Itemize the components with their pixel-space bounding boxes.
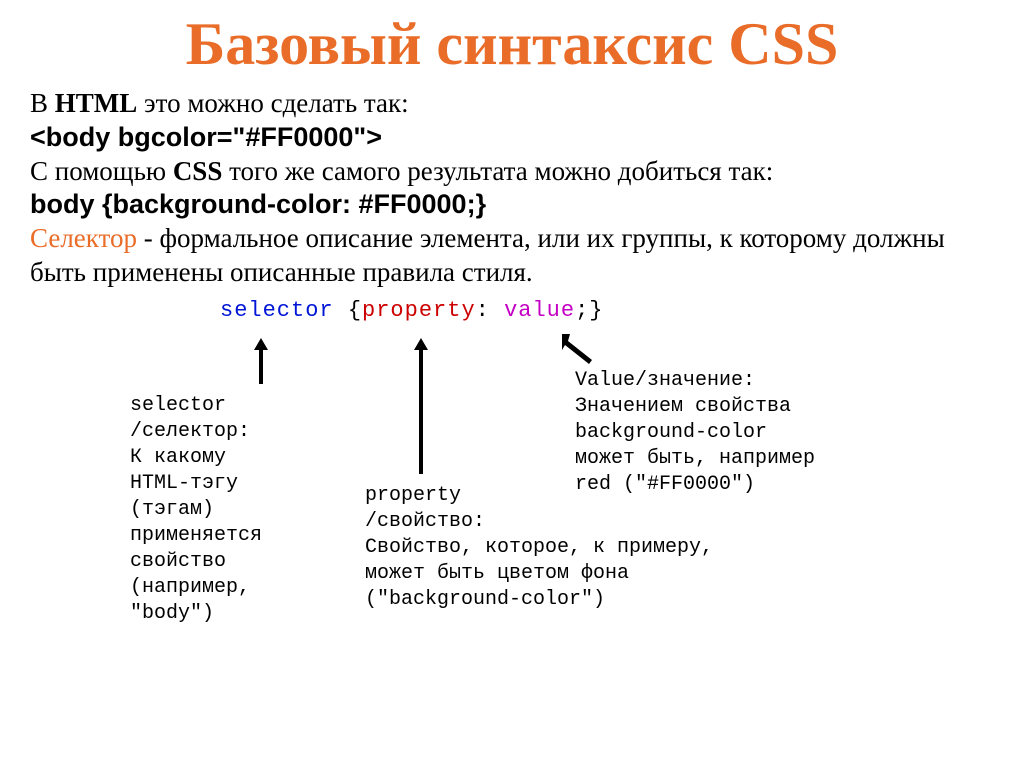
- selector-definition: - формальное описание элемента, или их г…: [30, 223, 945, 287]
- token-value: value: [504, 298, 575, 323]
- css-code-example: body {background-color: #FF0000;}: [30, 189, 486, 219]
- intro-line1a: В: [30, 88, 55, 118]
- token-open-brace: {: [334, 298, 362, 323]
- intro-line1c: это можно сделать так:: [137, 88, 408, 118]
- intro-line2c: того же самого результата можно добиться…: [222, 156, 773, 186]
- arrow-property: [410, 336, 432, 476]
- syntax-example: selector {property: value;}: [220, 298, 603, 323]
- intro-line2b: CSS: [173, 156, 223, 186]
- token-colon: :: [476, 298, 504, 323]
- arrow-value: [556, 330, 596, 366]
- value-column: Value/значение: Значением свойства backg…: [575, 368, 815, 498]
- token-close-brace: ;}: [575, 298, 603, 323]
- intro-line1b: HTML: [55, 88, 138, 118]
- token-selector: selector: [220, 298, 334, 323]
- html-code-example: <body bgcolor="#FF0000">: [30, 122, 382, 152]
- selector-term: Селектор: [30, 223, 137, 253]
- token-property: property: [362, 298, 476, 323]
- property-column: property /свойство: Свойство, которое, к…: [365, 483, 713, 613]
- slide-container: Базовый синтаксис CSS В HTML это можно с…: [0, 0, 1024, 678]
- intro-text: В HTML это можно сделать так: <body bgco…: [30, 87, 994, 290]
- slide-title: Базовый синтаксис CSS: [30, 10, 994, 79]
- arrow-selector: [250, 336, 272, 386]
- syntax-diagram: selector {property: value;} selector /се…: [30, 298, 994, 658]
- selector-column: selector /селектор: К какому HTML-тэгу (…: [130, 393, 262, 627]
- intro-line2a: С помощью: [30, 156, 173, 186]
